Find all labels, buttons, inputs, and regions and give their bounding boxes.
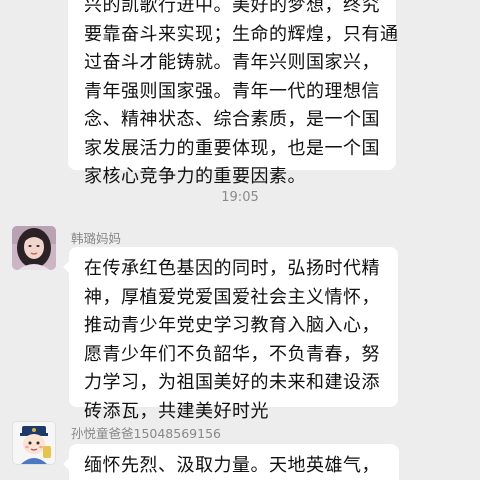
woman-portrait-avatar-icon[interactable]: [12, 226, 56, 270]
message-line: 神，厚植爱党爱国爱社会主义情怀，: [84, 286, 380, 308]
message-line: 力学习，为祖国美好的未来和建设添: [84, 372, 380, 393]
cartoon-child-avatar-icon[interactable]: [12, 421, 56, 465]
message-bubble[interactable]: 缅怀先烈、汲取力量。天地英雄气，: [63, 444, 399, 480]
message-timestamp: 19:05: [221, 190, 259, 205]
message-line: 缅怀先烈、汲取力量。天地英雄气，: [84, 455, 380, 476]
message-bubble[interactable]: 兴的凯歌行进中。美好的梦想，终究 要靠奋斗来实现；生命的辉煌，只有通 过奋斗才能…: [68, 0, 399, 187]
sender-name: 孙悦童爸爸15048569156: [71, 426, 221, 441]
bubble-tail: [63, 458, 69, 470]
message-line: 家核心竞争力的重要因素。: [84, 166, 306, 187]
message-line: 青年强则国家强。青年一代的理想信: [84, 80, 380, 102]
message-line: 愿青少年们不负韶华，不负青春，努: [84, 343, 380, 365]
message-line: 推动青少年党史学习教育入脑入心，: [84, 315, 380, 336]
message-line: 念、精神状态、综合素质，是一个国: [84, 109, 380, 130]
sender-name: 韩璐妈妈: [71, 231, 122, 246]
message-line: 过奋斗才能铸就。青年兴则国家兴，: [84, 52, 380, 73]
message-line: 在传承红色基因的同时，弘扬时代精: [84, 258, 380, 279]
message-line: 砖添瓦，共建美好时光: [84, 400, 269, 422]
message-line: 家发展活力的重要体现，也是一个国: [84, 137, 380, 159]
message-line: 兴的凯歌行进中。美好的梦想，终究: [84, 0, 380, 16]
message-bubble[interactable]: 在传承红色基因的同时，弘扬时代精 神，厚植爱党爱国爱社会主义情怀， 推动青少年党…: [63, 247, 398, 422]
message-line: 要靠奋斗来实现；生命的辉煌，只有通: [84, 23, 399, 45]
bubble-tail: [63, 261, 69, 273]
chat-window: 兴的凯歌行进中。美好的梦想，终究 要靠奋斗来实现；生命的辉煌，只有通 过奋斗才能…: [0, 0, 480, 480]
